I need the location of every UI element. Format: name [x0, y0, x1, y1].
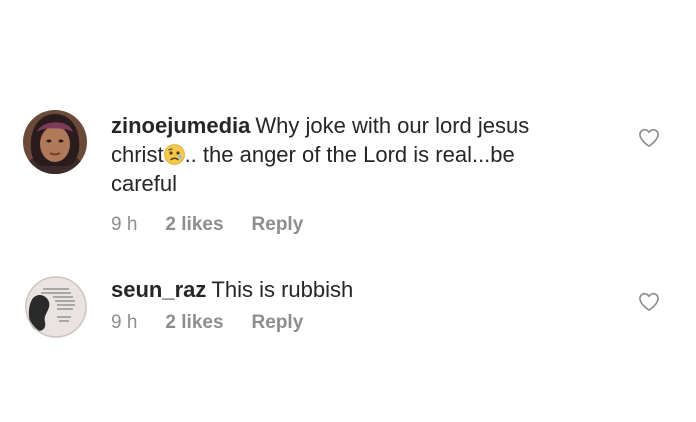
heart-icon[interactable]: [638, 292, 660, 312]
comment-username[interactable]: zinoejumedia: [111, 113, 250, 138]
reply-button[interactable]: Reply: [252, 312, 304, 334]
reply-button[interactable]: Reply: [252, 214, 304, 236]
worried-face-emoji-icon: [163, 143, 185, 165]
comment-timestamp: 9 h: [111, 214, 138, 235]
comment-text: seun_raz This is rubbish: [111, 275, 571, 304]
likes-count-button[interactable]: 2 likes: [165, 312, 223, 334]
comment-text: zinoejumedia Why joke with our lord jesus…: [111, 111, 571, 198]
comment-timestamp: 9 h: [111, 312, 138, 333]
comment-meta: 9 h 2 likes Reply: [111, 312, 571, 334]
likes-count-button[interactable]: 2 likes: [165, 214, 223, 236]
avatar[interactable]: [23, 110, 87, 174]
comment-meta: 9 h 2 likes Reply: [111, 214, 571, 236]
avatar[interactable]: [25, 276, 87, 338]
comment-username[interactable]: seun_raz: [111, 277, 206, 302]
heart-icon[interactable]: [638, 128, 660, 148]
comment-message-part: This is rubbish: [211, 277, 354, 302]
